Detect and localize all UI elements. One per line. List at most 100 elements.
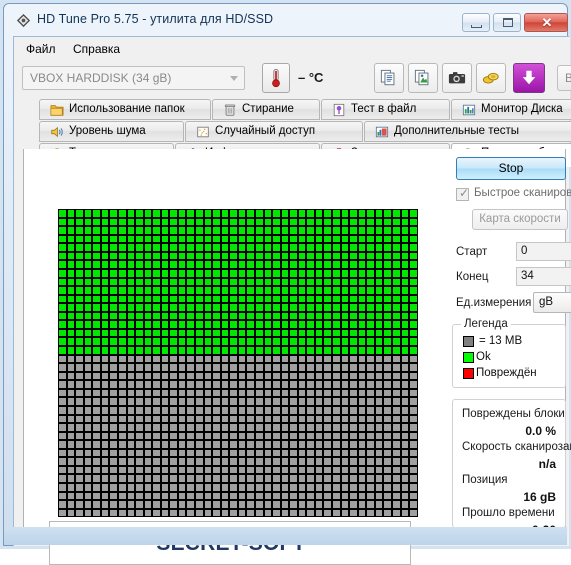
tab-random-access-label: Случайный доступ <box>215 125 316 137</box>
tab-random-access[interactable]: Случайный доступ <box>185 121 363 142</box>
menu-item-file[interactable]: Файл <box>20 41 62 57</box>
block-cell <box>195 226 204 235</box>
minimize-button[interactable] <box>462 13 490 32</box>
quick-scan-row[interactable]: ✓ Быстрое сканирование <box>456 187 571 205</box>
block-cell <box>220 465 230 475</box>
block-cell <box>160 423 170 432</box>
block-cell <box>246 226 255 235</box>
block-cell <box>100 380 110 389</box>
tab-erase[interactable]: Стирание <box>212 99 320 120</box>
close-button[interactable]: ✕ <box>524 13 568 32</box>
block-cell <box>306 380 315 389</box>
quick-scan-checkbox[interactable]: ✓ <box>456 187 469 201</box>
maximize-button[interactable] <box>493 13 521 32</box>
block-cell <box>340 397 350 406</box>
block-cell <box>109 209 118 218</box>
exit-button[interactable]: Вых <box>557 65 571 91</box>
block-cell <box>297 217 307 227</box>
block-cell <box>323 483 332 492</box>
block-cell <box>349 388 358 398</box>
block-cell <box>306 226 315 235</box>
block-cell <box>109 500 118 509</box>
block-cell <box>169 414 178 424</box>
block-cell <box>409 431 418 441</box>
block-cell <box>314 474 324 483</box>
menu-item-help[interactable]: Справка <box>67 41 126 57</box>
tab-folder-usage[interactable]: Использование папок <box>39 99 211 120</box>
block-cell <box>314 217 324 227</box>
speed-map-button[interactable]: Карта скорости <box>472 209 568 230</box>
end-input[interactable]: 34 <box>516 267 571 286</box>
block-cell <box>135 328 144 338</box>
block-cell <box>297 500 307 509</box>
block-cell <box>177 423 187 432</box>
block-cell <box>229 209 238 218</box>
drive-select[interactable]: VBOX HARDDISK (34 gB) <box>22 66 245 90</box>
block-cell <box>314 286 324 295</box>
block-cell <box>263 354 273 364</box>
block-cell <box>100 226 110 235</box>
block-cell <box>374 311 384 321</box>
block-cell <box>383 457 392 466</box>
tab-extra-tests[interactable]: Дополнительные тесты <box>364 121 571 142</box>
block-map[interactable] <box>58 209 420 518</box>
stop-button[interactable]: Stop <box>456 157 566 180</box>
block-cell <box>169 508 178 518</box>
block-cell <box>349 243 358 252</box>
block-cell <box>332 414 341 424</box>
tab-file-benchmark[interactable]: Тест в файл <box>321 99 450 120</box>
screenshot-button[interactable] <box>442 63 472 93</box>
block-cell <box>357 448 367 458</box>
block-cell <box>280 260 290 269</box>
block-map-grid[interactable] <box>58 209 418 518</box>
block-cell <box>58 234 67 244</box>
block-cell <box>383 508 392 518</box>
save-button[interactable] <box>513 63 545 93</box>
block-cell <box>212 405 221 415</box>
block-cell <box>306 328 315 338</box>
block-cell <box>203 251 213 261</box>
block-cell <box>100 320 110 329</box>
menu-bar: Файл Справка <box>14 37 570 59</box>
coins-button[interactable] <box>476 63 506 93</box>
block-cell <box>160 243 170 252</box>
copy-image-button[interactable] <box>408 63 438 93</box>
block-cell <box>100 294 110 304</box>
block-cell <box>409 440 418 449</box>
block-cell <box>340 423 350 432</box>
block-cell <box>66 234 76 244</box>
block-cell <box>169 226 178 235</box>
start-input[interactable]: 0 <box>516 242 571 261</box>
block-cell <box>314 268 324 278</box>
temperature-button[interactable] <box>262 63 290 93</box>
block-cell <box>220 414 230 424</box>
tab-noise-level[interactable]: Уровень шума <box>39 121 184 142</box>
block-cell <box>203 363 213 372</box>
block-cell <box>357 474 367 483</box>
block-cell <box>237 243 247 252</box>
block-cell <box>297 251 307 261</box>
block-cell <box>75 311 84 321</box>
block-cell <box>126 243 136 252</box>
block-cell <box>92 388 101 398</box>
copy-text-button[interactable] <box>374 63 404 93</box>
block-cell <box>109 363 118 372</box>
block-cell <box>374 354 384 364</box>
legend-row-ok: Ok <box>463 351 491 363</box>
unit-select[interactable]: gB <box>533 292 571 313</box>
block-cell <box>400 346 410 355</box>
tab-disk-monitor[interactable]: Монитор Диска <box>451 99 571 120</box>
block-cell <box>195 457 204 466</box>
block-cell <box>195 303 204 312</box>
block-cell <box>391 286 401 295</box>
speaker-icon <box>51 126 63 138</box>
block-cell <box>254 251 264 261</box>
block-cell <box>306 448 315 458</box>
block-cell <box>220 303 230 312</box>
block-cell <box>195 500 204 509</box>
block-cell <box>340 491 350 501</box>
block-cell <box>323 363 332 372</box>
block-cell <box>126 371 136 381</box>
block-cell <box>177 346 187 355</box>
block-cell <box>177 465 187 475</box>
